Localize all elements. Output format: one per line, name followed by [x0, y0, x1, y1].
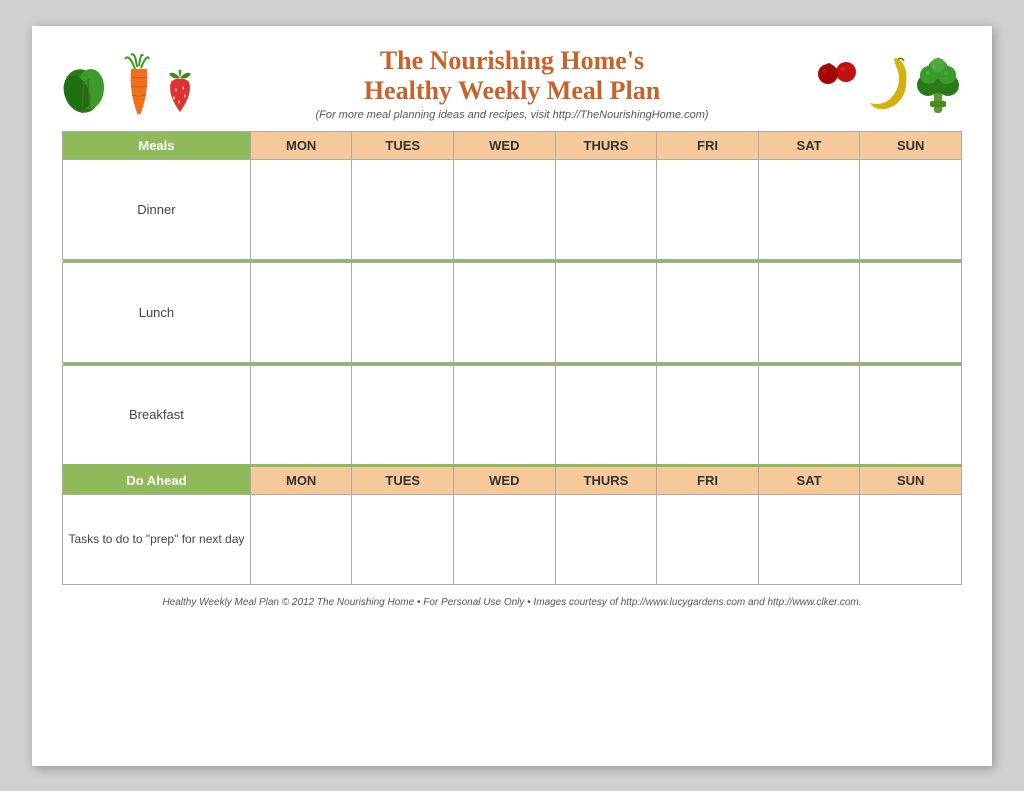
breakfast-mon[interactable]	[250, 365, 352, 465]
dinner-label: Dinner	[63, 159, 251, 259]
breakfast-thurs[interactable]	[555, 365, 657, 465]
do-ahead-sun: SUN	[860, 465, 962, 494]
tasks-tues[interactable]	[352, 494, 454, 584]
tasks-sat[interactable]	[758, 494, 860, 584]
do-ahead-sat: SAT	[758, 465, 860, 494]
dinner-sun[interactable]	[860, 159, 962, 259]
subtitle: (For more meal planning ideas and recipe…	[212, 109, 812, 121]
meals-header: Meals	[63, 131, 251, 159]
do-ahead-header-row: Do Ahead MON TUES WED THURS FRI SAT SUN	[63, 465, 962, 494]
mon-header: MON	[250, 131, 352, 159]
breakfast-sat[interactable]	[758, 365, 860, 465]
dinner-tues[interactable]	[352, 159, 454, 259]
wed-header: WED	[454, 131, 556, 159]
dinner-mon[interactable]	[250, 159, 352, 259]
right-food-icons	[812, 51, 962, 116]
tasks-label: Tasks to do to "prep" for next day	[63, 494, 251, 584]
tasks-wed[interactable]	[454, 494, 556, 584]
do-ahead-wed: WED	[454, 465, 556, 494]
strawberry-icon	[163, 66, 197, 116]
tasks-mon[interactable]	[250, 494, 352, 584]
sun-header: SUN	[860, 131, 962, 159]
page: The Nourishing Home's Healthy Weekly Mea…	[32, 26, 992, 766]
lunch-label: Lunch	[63, 262, 251, 362]
cherries-icon	[816, 56, 856, 116]
banana-icon	[860, 51, 910, 116]
lunch-row: Lunch	[63, 262, 962, 362]
lunch-wed[interactable]	[454, 262, 556, 362]
tasks-row: Tasks to do to "prep" for next day	[63, 494, 962, 584]
tues-header: TUES	[352, 131, 454, 159]
header-center: The Nourishing Home's Healthy Weekly Mea…	[212, 46, 812, 121]
lunch-thurs[interactable]	[555, 262, 657, 362]
left-food-icons	[62, 51, 212, 116]
title-line2: Healthy Weekly Meal Plan	[212, 76, 812, 106]
tasks-sun[interactable]	[860, 494, 962, 584]
dinner-thurs[interactable]	[555, 159, 657, 259]
breakfast-label: Breakfast	[63, 365, 251, 465]
dinner-row: Dinner	[63, 159, 962, 259]
lunch-tues[interactable]	[352, 262, 454, 362]
dinner-sat[interactable]	[758, 159, 860, 259]
do-ahead-thurs: THURS	[555, 465, 657, 494]
fri-header: FRI	[657, 131, 759, 159]
dinner-wed[interactable]	[454, 159, 556, 259]
greens-icon	[62, 51, 117, 116]
thurs-header: THURS	[555, 131, 657, 159]
do-ahead-fri: FRI	[657, 465, 759, 494]
carrot-icon	[121, 51, 159, 116]
do-ahead-label: Do Ahead	[63, 465, 251, 494]
tasks-thurs[interactable]	[555, 494, 657, 584]
lunch-fri[interactable]	[657, 262, 759, 362]
breakfast-fri[interactable]	[657, 365, 759, 465]
do-ahead-mon: MON	[250, 465, 352, 494]
lunch-mon[interactable]	[250, 262, 352, 362]
tasks-fri[interactable]	[657, 494, 759, 584]
days-header-row: Meals MON TUES WED THURS FRI SAT SUN	[63, 131, 962, 159]
dinner-fri[interactable]	[657, 159, 759, 259]
do-ahead-tues: TUES	[352, 465, 454, 494]
lunch-sun[interactable]	[860, 262, 962, 362]
footer: Healthy Weekly Meal Plan © 2012 The Nour…	[62, 597, 962, 608]
title-line1: The Nourishing Home's	[212, 46, 812, 76]
breakfast-row: Breakfast	[63, 365, 962, 465]
breakfast-wed[interactable]	[454, 365, 556, 465]
header: The Nourishing Home's Healthy Weekly Mea…	[62, 46, 962, 121]
broccoli-icon	[914, 51, 962, 116]
sat-header: SAT	[758, 131, 860, 159]
breakfast-sun[interactable]	[860, 365, 962, 465]
meal-table: Meals MON TUES WED THURS FRI SAT SUN Din…	[62, 131, 962, 585]
breakfast-tues[interactable]	[352, 365, 454, 465]
lunch-sat[interactable]	[758, 262, 860, 362]
